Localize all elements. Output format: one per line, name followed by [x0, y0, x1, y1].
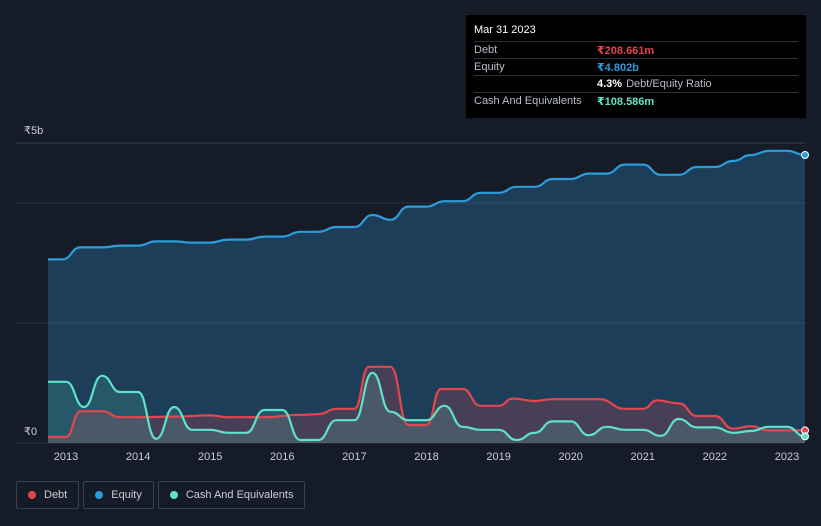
legend-cash-label: Cash And Equivalents	[185, 489, 294, 501]
cash-endpoint	[801, 432, 810, 441]
x-tick-label: 2014	[126, 451, 150, 463]
tooltip-ratio-label: Debt/Equity Ratio	[626, 78, 712, 90]
x-tick-label: 2018	[414, 451, 438, 463]
equity-dot-icon	[95, 491, 104, 499]
tooltip-cash-value: ₹108.586m	[597, 95, 655, 108]
tooltip-debt-label: Debt	[474, 44, 498, 56]
debt-dot-icon	[28, 491, 36, 499]
data-tooltip: Mar 31 2023 Debt ₹208.661m Equity ₹4.802…	[466, 15, 806, 118]
x-tick-label: 2019	[486, 451, 510, 463]
tooltip-row-ratio: 4.3% Debt/Equity Ratio	[474, 75, 798, 92]
tooltip-row-debt: Debt ₹208.661m	[474, 41, 798, 58]
tooltip-debt-value: ₹208.661m	[597, 44, 655, 57]
x-tick-label: 2020	[558, 451, 582, 463]
tooltip-equity-label: Equity	[474, 61, 505, 73]
x-tick-label: 2023	[775, 451, 799, 463]
tooltip-equity-value: ₹4.802b	[597, 61, 639, 74]
x-tick-label: 2017	[342, 451, 366, 463]
legend-equity-label: Equity	[111, 489, 142, 501]
tooltip-row-equity: Equity ₹4.802b	[474, 58, 798, 75]
x-tick-label: 2015	[198, 451, 222, 463]
legend-debt-label: Debt	[44, 489, 68, 501]
series-areas	[47, 150, 806, 444]
legend-item-debt[interactable]: Debt	[16, 481, 80, 509]
tooltip-row-cash: Cash And Equivalents ₹108.586m	[474, 92, 798, 109]
x-tick-label: 2016	[270, 451, 294, 463]
y-tick-label: ₹5b	[24, 125, 43, 137]
legend-item-equity[interactable]: Equity	[83, 481, 154, 509]
legend-item-cash[interactable]: Cash And Equivalents	[157, 481, 306, 509]
x-tick-label: 2013	[54, 451, 78, 463]
x-tick-label: 2021	[631, 451, 655, 463]
equity-area	[47, 150, 806, 444]
x-tick-label: 2022	[703, 451, 727, 463]
y-axis-ticks: ₹0 ₹5b	[24, 125, 43, 438]
cash-dot-icon	[169, 491, 178, 499]
equity-endpoint	[801, 151, 810, 159]
tooltip-cash-label: Cash And Equivalents	[474, 95, 582, 107]
x-axis-ticks: 2013 2014 2015 2016 2017 2018 2019 2020 2021 2022…	[54, 451, 799, 463]
tooltip-ratio-value: 4.3%	[597, 78, 623, 90]
tooltip-date: Mar 31 2023	[474, 24, 536, 36]
y-tick-label: ₹0	[24, 426, 37, 438]
chart-legend: Debt Equity Cash And Equivalents	[16, 481, 306, 511]
